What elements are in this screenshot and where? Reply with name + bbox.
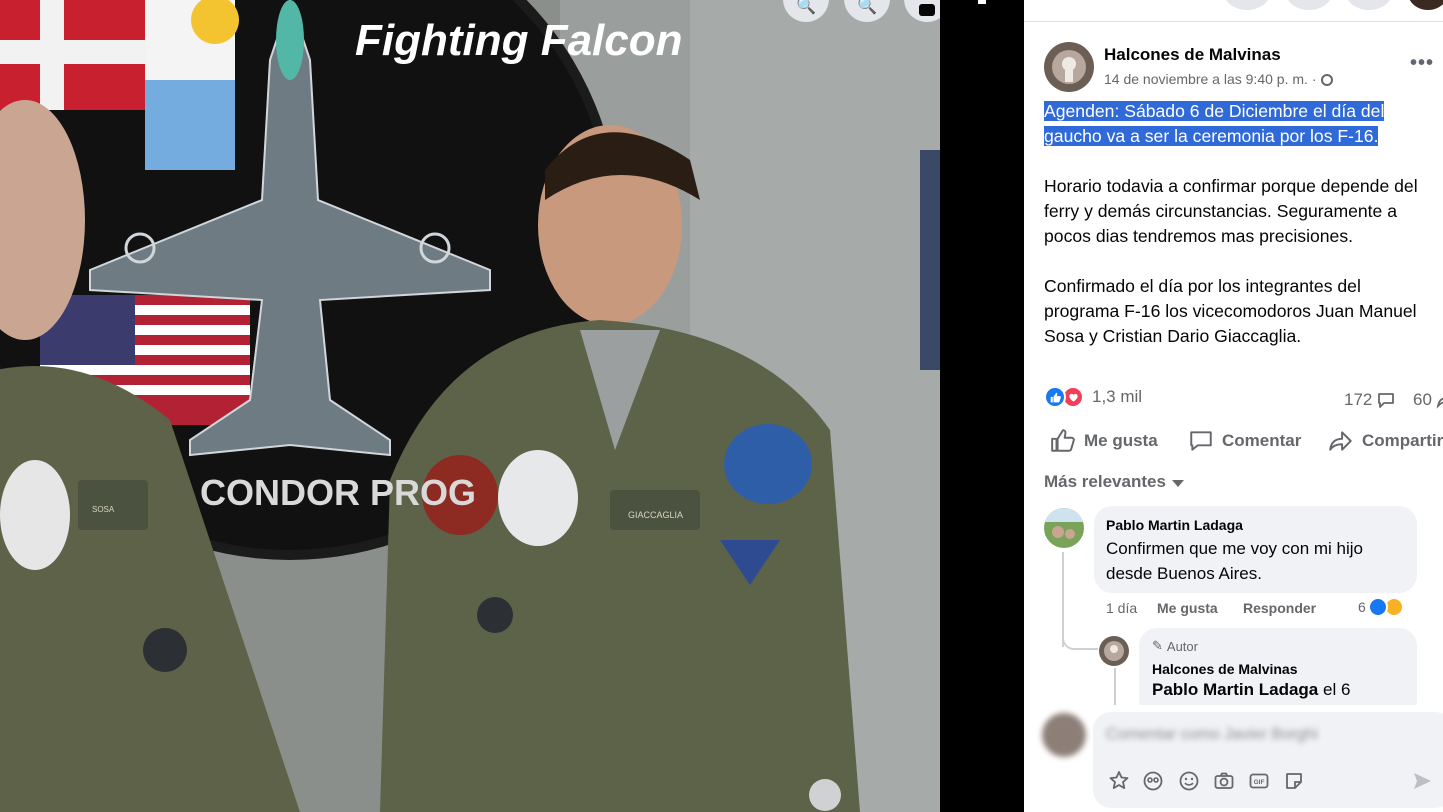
comment-count-icon [1378, 393, 1395, 408]
reply-author[interactable]: Halcones de Malvinas [1152, 661, 1298, 677]
author-name[interactable]: Halcones de Malvinas [1104, 45, 1281, 65]
composer-avatar [1042, 713, 1086, 757]
author-avatar-image [1044, 42, 1094, 92]
comment-icon [1190, 431, 1212, 451]
post-side-panel: Halcones de Malvinas 14 de noviembre a l… [1024, 0, 1443, 812]
fullscreen-icon[interactable] [978, 0, 986, 4]
post-date[interactable]: 14 de noviembre a las 9:40 p. m. [1104, 71, 1308, 87]
tag-icon [919, 4, 935, 16]
reply-text: Pablo Martin Ladaga el 6 [1152, 680, 1350, 700]
emoji-mask-icon[interactable] [1142, 770, 1164, 792]
share-count-icon [1436, 397, 1443, 409]
globe-icon [1320, 74, 1333, 86]
paragraph-2-line-1: Horario todavia a confirmar porque depen… [1044, 176, 1418, 196]
comment-reply-button[interactable]: Responder [1243, 600, 1316, 616]
send-icon[interactable] [1411, 770, 1433, 792]
sticker-icon[interactable] [1283, 770, 1305, 792]
comment-input-placeholder: Comentar como Javier Borghi [1106, 726, 1318, 743]
chevron-down-icon [1171, 479, 1184, 487]
commenter-avatar[interactable] [1044, 508, 1084, 548]
left-nametag: SOSA [92, 505, 115, 514]
more-options-button[interactable]: ••• [1410, 52, 1434, 75]
photo-illustration: Fighting Falcon CONDOR PROG SOSA GIACCAG… [0, 0, 940, 812]
reply-text-start: el 6 [1322, 680, 1351, 699]
emblem-title: Fighting Falcon [355, 16, 683, 65]
share-count[interactable]: 60 [1413, 390, 1443, 410]
paragraph-3-line-1: Confirmado el día por los integrantes de… [1044, 276, 1361, 296]
paragraph-3-line-3: Sosa y Cristian Dario Giaccaglia. [1044, 326, 1302, 346]
comment-reaction-count: 6 [1358, 599, 1366, 615]
post-paragraph-1: Agenden: Sábado 6 de Diciembre el día de… [1044, 99, 1443, 149]
comment-text-line-2: desde Buenos Aires. [1106, 564, 1262, 583]
comment-text-line-1: Confirmen que me voy con mi hijo [1106, 539, 1364, 558]
like-button[interactable]: Me gusta [1050, 426, 1158, 456]
like-icon [1051, 429, 1075, 452]
post-meta: 14 de noviembre a las 9:40 p. m. · [1104, 71, 1333, 87]
paragraph-3-line-2: programa F-16 los vicecomodoros Juan Man… [1044, 301, 1417, 321]
right-nametag: GIACCAGLIA [628, 510, 683, 520]
author-badge: ✎ Autor [1152, 638, 1198, 654]
comment-like-button[interactable]: Me gusta [1157, 600, 1218, 616]
reply-author-avatar[interactable] [1099, 636, 1129, 666]
share-count-value: 60 [1413, 390, 1432, 409]
author-avatar[interactable] [1044, 42, 1094, 92]
reactions-summary[interactable]: 1,3 mil [1044, 386, 1142, 408]
like-label: Me gusta [1084, 431, 1158, 450]
comment-label: Comentar [1222, 431, 1302, 450]
avatar-sticker-icon[interactable] [1108, 770, 1130, 792]
comment-count[interactable]: 172 [1344, 390, 1396, 410]
share-icon [1329, 431, 1352, 451]
viewer-gutter [940, 0, 1024, 812]
header-divider [1024, 21, 1443, 22]
emblem-ring-text: CONDOR PROG [200, 472, 476, 513]
pen-icon: ✎ [1152, 638, 1163, 653]
post-paragraph-2: Horario todavia a confirmar porque depen… [1044, 174, 1443, 249]
author-badge-label: Autor [1166, 638, 1198, 654]
thread-line-curve [1062, 622, 1098, 650]
sort-label: Más relevantes [1044, 472, 1166, 491]
zoom-out-icon: 🔍 [857, 0, 877, 15]
notifications-button[interactable] [1346, 0, 1392, 10]
comment-reactions[interactable]: 6 [1358, 597, 1404, 617]
gif-icon[interactable]: GIF [1248, 770, 1270, 792]
comment-time[interactable]: 1 día [1106, 600, 1137, 616]
comment-sort-dropdown[interactable]: Más relevantes [1044, 472, 1184, 492]
highlighted-line-1: Agenden: Sábado 6 de Diciembre el día de… [1044, 101, 1385, 121]
post-paragraph-3: Confirmado el día por los integrantes de… [1044, 274, 1443, 349]
svg-text:GIF: GIF [1254, 779, 1265, 786]
commenter-avatar-image [1044, 508, 1084, 548]
emoji-icon[interactable] [1178, 770, 1200, 792]
comment-like-reaction-icon [1367, 597, 1388, 617]
comment-button[interactable]: Comentar [1188, 426, 1301, 456]
paragraph-2-line-3: pocos dias tendremos mas precisiones. [1044, 226, 1354, 246]
account-avatar[interactable] [1408, 0, 1443, 10]
paragraph-2-line-2: ferry y demás circunstancias. Segurament… [1044, 201, 1398, 221]
comment-count-value: 172 [1344, 390, 1373, 409]
camera-icon[interactable] [1213, 770, 1235, 792]
reply-thread-line [1114, 668, 1116, 708]
meta-separator: · [1311, 71, 1317, 87]
comment-author[interactable]: Pablo Martin Ladaga [1106, 517, 1243, 533]
share-label: Compartir [1362, 431, 1443, 450]
comment-text: Confirmen que me voy con mi hijo desde B… [1106, 536, 1363, 586]
zoom-in-icon: 🔍 [796, 0, 816, 15]
share-button[interactable]: Compartir [1328, 426, 1443, 456]
reaction-count: 1,3 mil [1092, 387, 1143, 406]
menu-button[interactable] [1224, 0, 1270, 10]
highlighted-line-2: gaucho va a ser la ceremonia por los F-1… [1044, 126, 1379, 146]
post-photo[interactable]: Fighting Falcon CONDOR PROG SOSA GIACCAG… [0, 0, 940, 812]
messenger-button[interactable] [1286, 0, 1332, 10]
reply-mention[interactable]: Pablo Martin Ladaga [1152, 680, 1318, 699]
reply-author-avatar-image [1099, 636, 1129, 666]
like-reaction-icon [1044, 386, 1066, 408]
